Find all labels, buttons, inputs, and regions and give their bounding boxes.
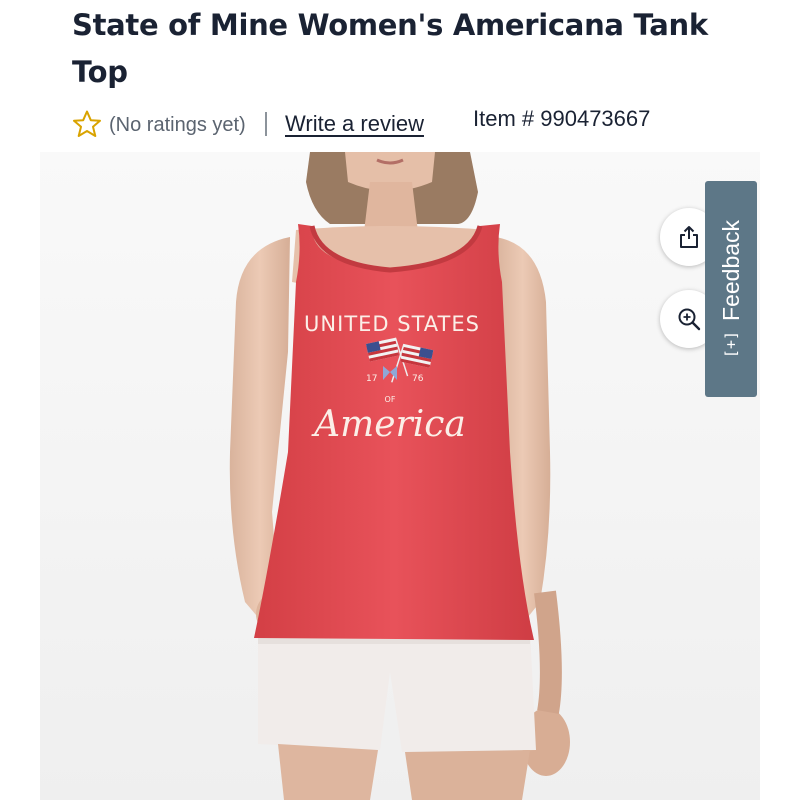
divider [265, 112, 267, 136]
share-icon [680, 226, 698, 248]
product-meta: (No ratings yet) Write a review Item # 9… [72, 106, 732, 142]
zoom-in-icon [678, 308, 701, 331]
product-title: State of Mine Women's Americana Tank Top [72, 8, 708, 89]
feedback-tab[interactable]: [+] Feedback [705, 181, 757, 397]
feedback-icon: [+] [722, 330, 740, 359]
product-image[interactable]: UNITED STATES 17 76 OF America [40, 152, 760, 800]
item-number: Item # 990473667 [473, 106, 651, 131]
star-icon[interactable] [72, 110, 102, 138]
write-review-link[interactable]: Write a review [285, 111, 424, 137]
feedback-label: Feedback [717, 219, 744, 321]
ratings-count: (No ratings yet) [109, 114, 246, 136]
